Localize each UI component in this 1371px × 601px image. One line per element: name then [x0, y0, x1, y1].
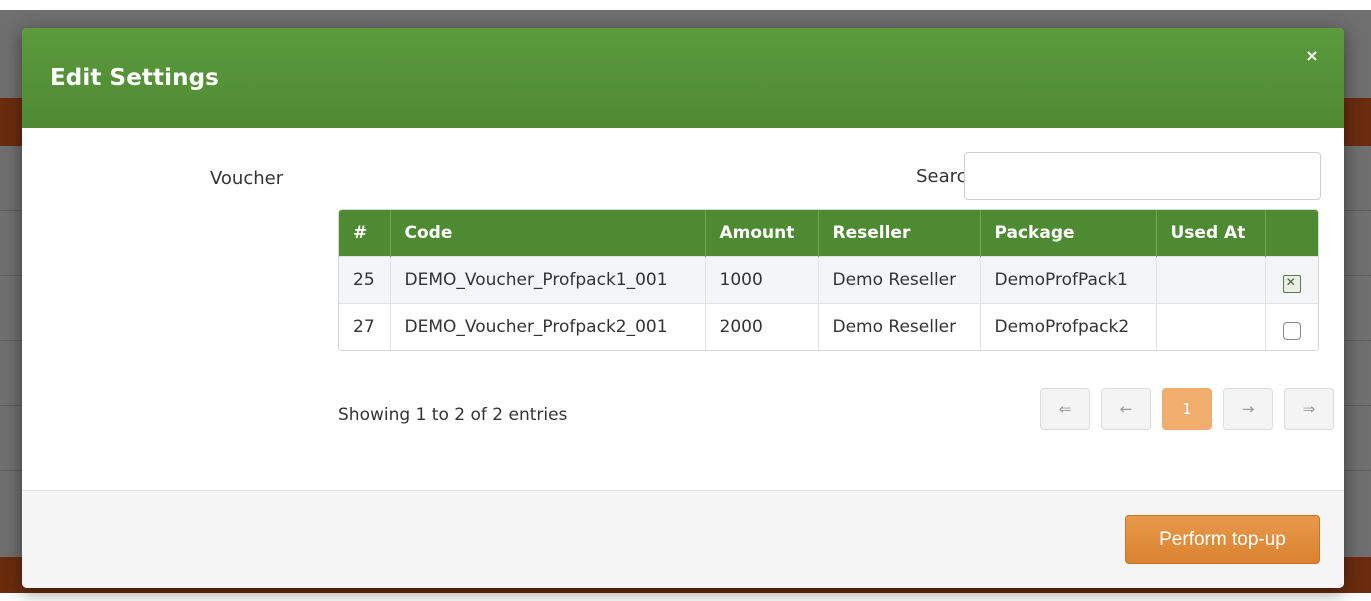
- cell-id: 27: [339, 302, 391, 350]
- table-row[interactable]: 25 DEMO_Voucher_Profpack1_001 1000 Demo …: [339, 255, 1318, 303]
- column-header-package[interactable]: Package: [980, 210, 1157, 256]
- table-header-row: # Code Amount Reseller Package Used At: [339, 210, 1318, 256]
- perform-top-up-button[interactable]: Perform top-up: [1125, 515, 1320, 564]
- column-header-select: [1265, 210, 1318, 256]
- column-header-id[interactable]: #: [339, 210, 391, 256]
- first-page-button[interactable]: ⇐: [1040, 388, 1090, 430]
- table-row[interactable]: 27 DEMO_Voucher_Profpack2_001 2000 Demo …: [339, 302, 1318, 350]
- page-button-current[interactable]: 1: [1162, 388, 1212, 430]
- cell-id: 25: [339, 255, 391, 303]
- cell-amount: 2000: [705, 302, 819, 350]
- cell-reseller: Demo Reseller: [818, 255, 981, 303]
- cell-reseller: Demo Reseller: [818, 302, 981, 350]
- cell-select: [1265, 255, 1318, 303]
- table-info-text: Showing 1 to 2 of 2 entries: [338, 405, 568, 425]
- modal-title: Edit Settings: [50, 65, 219, 91]
- background-bottom-strip: [0, 593, 1371, 601]
- voucher-table: # Code Amount Reseller Package Used At 2…: [338, 209, 1319, 351]
- column-header-reseller[interactable]: Reseller: [818, 210, 981, 256]
- cell-package: DemoProfpack2: [980, 302, 1157, 350]
- modal-footer: Perform top-up: [22, 490, 1344, 588]
- voucher-field-label: Voucher: [210, 168, 284, 189]
- row-select-checkbox[interactable]: [1282, 274, 1301, 293]
- column-header-amount[interactable]: Amount: [705, 210, 819, 256]
- pagination: ⇐ ← 1 → ⇒: [1040, 388, 1334, 430]
- column-header-code[interactable]: Code: [390, 210, 706, 256]
- modal-body: Voucher Search: # Code Amount Reseller P…: [22, 128, 1344, 490]
- cell-select: [1265, 302, 1318, 350]
- previous-page-button[interactable]: ←: [1101, 388, 1151, 430]
- cell-package: DemoProfPack1: [980, 255, 1157, 303]
- background-top-strip: [0, 0, 1371, 10]
- cell-used-at: [1156, 302, 1266, 350]
- cell-code: DEMO_Voucher_Profpack1_001: [390, 255, 706, 303]
- cell-amount: 1000: [705, 255, 819, 303]
- column-header-used-at[interactable]: Used At: [1156, 210, 1266, 256]
- next-page-button[interactable]: →: [1223, 388, 1273, 430]
- search-input[interactable]: [964, 152, 1321, 200]
- edit-settings-modal: Edit Settings × Voucher Search: # Code A…: [22, 28, 1344, 588]
- cell-code: DEMO_Voucher_Profpack2_001: [390, 302, 706, 350]
- row-select-checkbox[interactable]: [1282, 321, 1301, 340]
- last-page-button[interactable]: ⇒: [1284, 388, 1334, 430]
- close-icon[interactable]: ×: [1302, 46, 1322, 66]
- modal-header: Edit Settings ×: [22, 28, 1344, 128]
- cell-used-at: [1156, 255, 1266, 303]
